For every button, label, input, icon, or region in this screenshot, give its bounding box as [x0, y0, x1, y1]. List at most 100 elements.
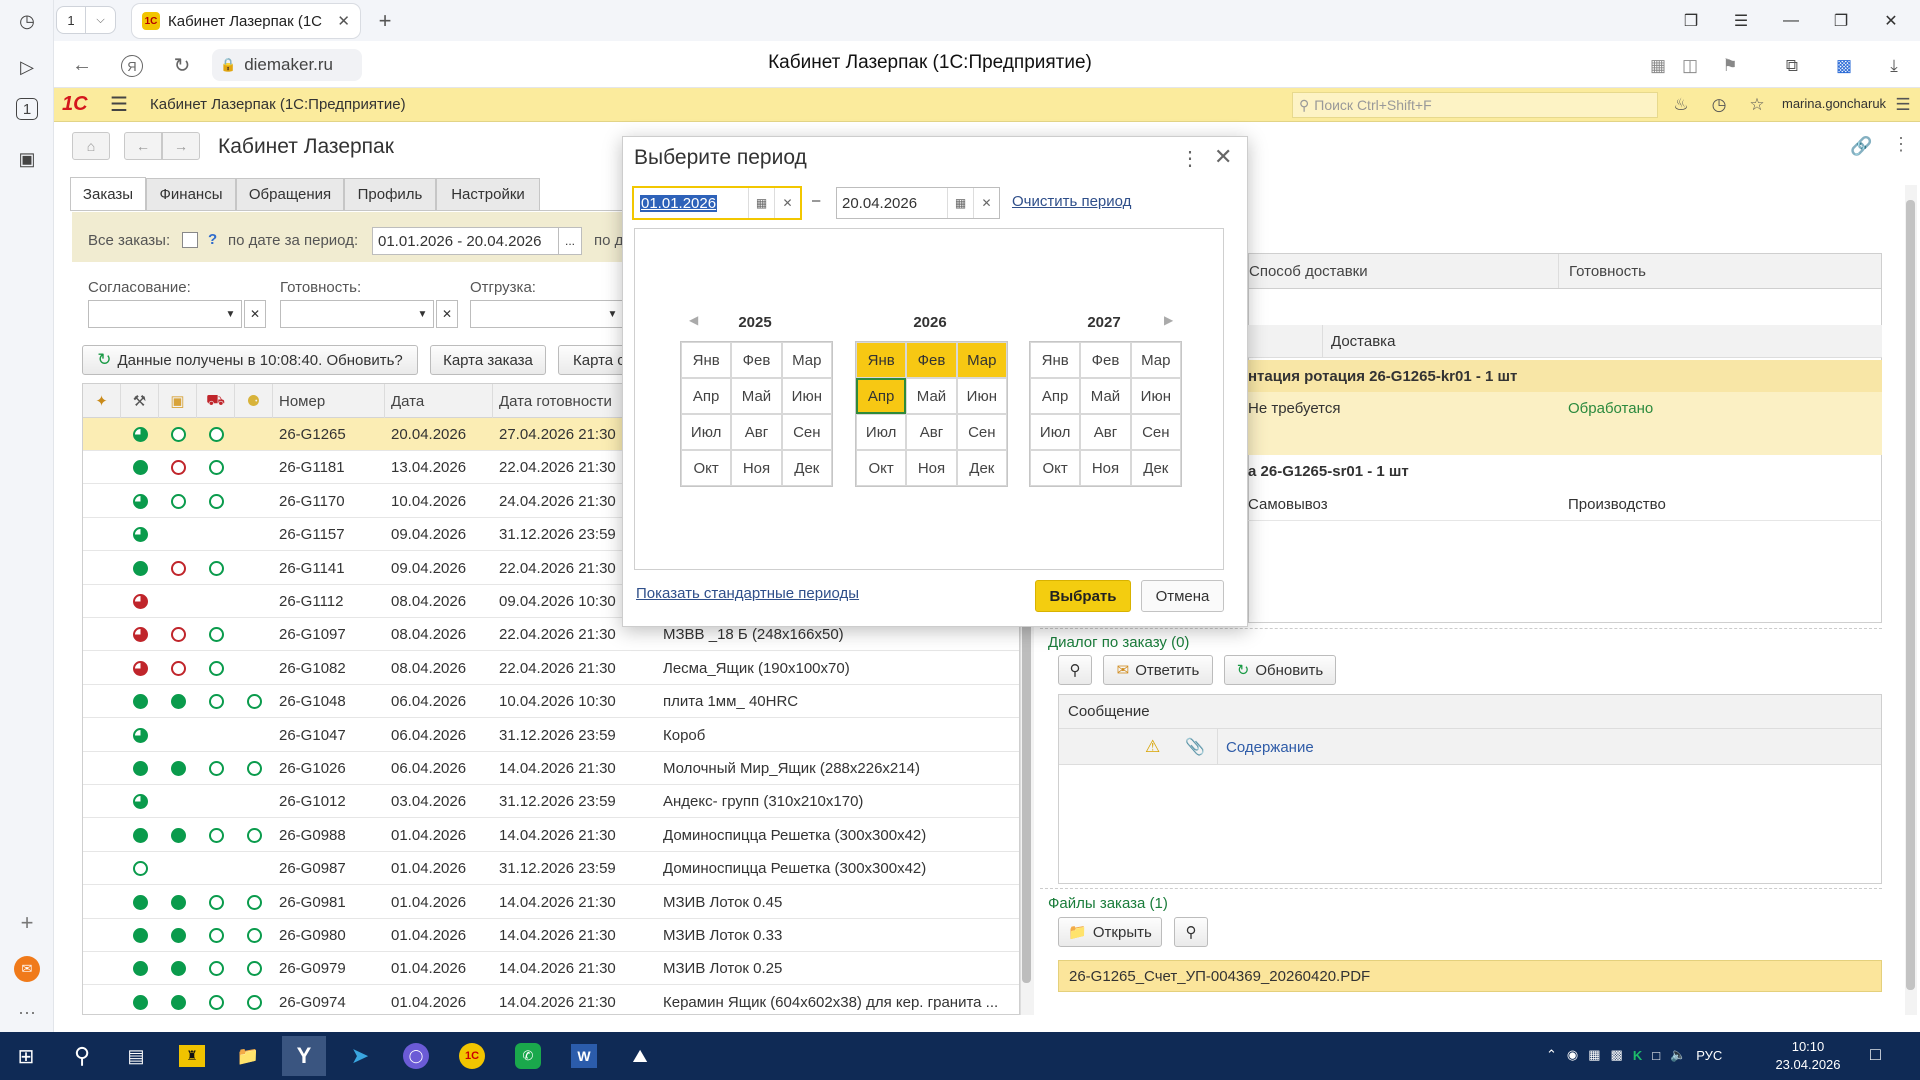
table-row[interactable]: 26-G1026 06.04.2026 14.04.2026 21:30 Молочн… [83, 752, 1019, 785]
messenger-icon[interactable]: ◯ [394, 1036, 438, 1076]
app-batman-icon[interactable]: ♜ [170, 1036, 214, 1076]
tab-counter[interactable]: 1 [56, 6, 86, 34]
month-cell[interactable]: Дек [1130, 450, 1181, 486]
chevron-down-icon[interactable]: ▼ [412, 300, 434, 328]
calendar-icon[interactable]: ▦ [748, 188, 774, 218]
month-cell[interactable]: Апр [1030, 378, 1081, 414]
tray-expand-icon[interactable]: ⌃ [1546, 1047, 1557, 1063]
1c-logo[interactable]: 1С [62, 93, 88, 116]
extension-icon[interactable]: ▩ [1830, 52, 1858, 80]
panel-scrollbar-thumb[interactable] [1906, 200, 1915, 990]
table-row[interactable]: 26-G0979 01.04.2026 14.04.2026 21:30 МЗИВ Л… [83, 952, 1019, 986]
file-row[interactable]: 26-G1265_Счет_УП-004369_20260420.PDF [1058, 960, 1882, 992]
collections-icon[interactable]: ⧉ [1778, 52, 1806, 80]
month-cell[interactable]: Июн [956, 378, 1007, 414]
choose-button[interactable]: Выбрать [1035, 580, 1131, 612]
table-row[interactable]: 26-G0988 01.04.2026 14.04.2026 21:30 Домино… [83, 819, 1019, 852]
month-cell[interactable]: Июл [856, 414, 907, 450]
table-row[interactable]: 26-G0980 01.04.2026 14.04.2026 21:30 МЗИВ Л… [83, 919, 1019, 952]
photos-icon[interactable]: ⛰ [618, 1036, 662, 1076]
active-browser-tab[interactable]: 1С Кабинет Лазерпак (1С ✕ [132, 4, 360, 38]
calendar-icon[interactable]: ▦ [947, 188, 973, 218]
add-panel-icon[interactable]: + [12, 908, 42, 938]
url-field[interactable]: 🔒 diemaker.ru [212, 49, 362, 81]
close-icon[interactable]: ✕ [1214, 144, 1232, 170]
tab-finance[interactable]: Финансы [146, 178, 236, 210]
tray-app-icon[interactable]: ▩ [1611, 1047, 1623, 1063]
month-cell[interactable]: Май [906, 378, 957, 414]
month-cell[interactable]: Сен [1130, 414, 1181, 450]
month-cell[interactable]: Янв [1030, 342, 1081, 378]
table-row[interactable]: 26-G0974 01.04.2026 14.04.2026 21:30 Керами… [83, 986, 1019, 1014]
tab-orders[interactable]: Заказы [70, 177, 146, 211]
month-cell[interactable]: Авг [906, 414, 957, 450]
mail-icon[interactable]: ✉ [12, 954, 42, 984]
table-row[interactable]: 26-G1048 06.04.2026 10.04.2026 10:30 плита … [83, 685, 1019, 719]
month-cell[interactable]: Янв [856, 342, 907, 378]
restore-icon[interactable]: ❐ [1824, 6, 1858, 36]
month-cell[interactable]: Июн [1130, 378, 1181, 414]
yandex-browser-icon[interactable]: Y [282, 1036, 326, 1076]
month-cell[interactable]: Авг [731, 414, 782, 450]
menu-icon[interactable]: ☰ [1724, 6, 1758, 36]
table-row[interactable]: 26-G1012 03.04.2026 31.12.2026 23:59 Андекс… [83, 785, 1019, 819]
1c-taskbar-icon[interactable]: 1С [450, 1036, 494, 1076]
task-view-icon[interactable]: ▤ [114, 1036, 158, 1076]
translate-icon[interactable]: ▦ [1644, 52, 1672, 80]
table-row[interactable]: 26-G1082 08.04.2026 22.04.2026 21:30 Лесма_… [83, 652, 1019, 685]
cancel-button[interactable]: Отмена [1141, 580, 1224, 612]
favorites-icon[interactable]: ☆ [1744, 92, 1770, 118]
column-delivery-method[interactable]: Способ доставки [1249, 254, 1559, 288]
column-message[interactable]: Сообщение [1059, 695, 1881, 729]
column-content[interactable]: Содержание [1217, 729, 1314, 765]
new-tab-icon[interactable]: + [372, 8, 398, 34]
column-readiness[interactable]: Готовность [1561, 254, 1646, 288]
file-explorer-icon[interactable]: 📁 [226, 1036, 270, 1076]
close-tab-icon[interactable]: ✕ [337, 12, 350, 30]
bookmark-icon[interactable]: ⚑ [1716, 52, 1744, 80]
back-icon[interactable]: ← [66, 50, 98, 80]
notifications-center-icon[interactable]: □ [1870, 1044, 1881, 1065]
refresh-data-button[interactable]: ↻ Данные получены в 10:08:40. Обновить? [82, 345, 418, 375]
search-icon[interactable]: ⚲ [60, 1036, 104, 1076]
period-field[interactable]: 01.01.2026 - 20.04.2026 [372, 227, 560, 255]
tab-requests[interactable]: Обращения [236, 178, 344, 210]
clear-icon[interactable]: ✕ [973, 188, 999, 218]
nav-forward-icon[interactable]: → [162, 132, 200, 160]
month-cell[interactable]: Окт [681, 450, 732, 486]
tab-profile[interactable]: Профиль [344, 178, 436, 210]
clear-icon[interactable]: ✕ [244, 300, 266, 328]
more-icon[interactable]: ⋯ [12, 998, 42, 1028]
home-icon[interactable]: ⌂ [72, 132, 110, 160]
chevron-down-icon[interactable]: ▼ [220, 300, 242, 328]
month-cell[interactable]: Янв [681, 342, 732, 378]
clear-icon[interactable]: ✕ [774, 188, 800, 218]
month-cell[interactable]: Май [731, 378, 782, 414]
chevron-down-icon[interactable]: ⌵ [86, 6, 116, 34]
month-cell[interactable]: Дек [781, 450, 832, 486]
month-cell[interactable]: Окт [1030, 450, 1081, 486]
item-group-row[interactable]: нтация ротация 26-G1265-kr01 - 1 шт [1248, 360, 1882, 393]
month-cell[interactable]: Июл [1030, 414, 1081, 450]
link-icon[interactable]: 🔗 [1850, 136, 1872, 157]
history-icon[interactable]: ◷ [12, 6, 42, 36]
notifications-icon[interactable]: ♨ [1668, 92, 1694, 118]
main-menu-icon[interactable]: ☰ [110, 92, 128, 117]
month-cell[interactable]: Авг [1080, 414, 1131, 450]
clear-icon[interactable]: ✕ [436, 300, 458, 328]
green-app-icon[interactable]: ✆ [506, 1036, 550, 1076]
package-column-icon[interactable]: ▣ [159, 384, 197, 418]
standard-periods-link[interactable]: Показать стандартные периоды [636, 585, 859, 602]
month-cell[interactable]: Апр [856, 378, 907, 414]
language-indicator[interactable]: РУС [1696, 1048, 1722, 1063]
word-icon[interactable]: W [562, 1036, 606, 1076]
settings-menu-icon[interactable]: ☰ [1890, 92, 1916, 118]
date-to-field[interactable]: 20.04.2026 ▦ ✕ [836, 187, 1000, 219]
table-row[interactable]: 26-G0987 01.04.2026 31.12.2026 23:59 Домино… [83, 852, 1019, 886]
month-cell[interactable]: Фев [1080, 342, 1131, 378]
global-search-input[interactable]: ⚲ Поиск Ctrl+Shift+F [1292, 92, 1658, 118]
readiness-select[interactable] [280, 300, 434, 328]
file-preview-button[interactable]: ⚲ [1174, 917, 1208, 947]
month-cell[interactable]: Дек [956, 450, 1007, 486]
agreement-select[interactable] [88, 300, 242, 328]
